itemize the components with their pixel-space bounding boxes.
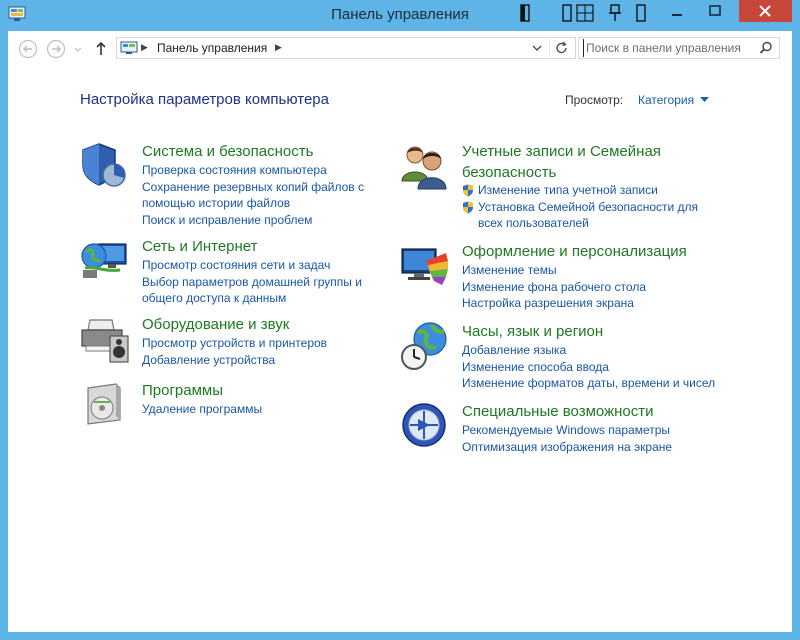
- navigation-bar: ▶ Панель управления ▶: [8, 31, 792, 67]
- title-bar[interactable]: Панель управления: [0, 0, 800, 31]
- view-by-dropdown[interactable]: Категория: [638, 93, 694, 107]
- link-uninstall-program[interactable]: Удаление программы: [142, 401, 262, 418]
- link-check-computer-status[interactable]: Проверка состояния компьютера: [142, 162, 364, 179]
- ease-of-access-icon[interactable]: [400, 401, 450, 451]
- category-title[interactable]: Сеть и Интернет: [142, 236, 258, 257]
- users-icon[interactable]: [400, 141, 450, 191]
- link-add-device[interactable]: Добавление устройства: [142, 352, 327, 369]
- link-add-language[interactable]: Добавление языка: [462, 342, 715, 359]
- window-frame: Панель управления ▶ Панель управления ▶ …: [0, 0, 800, 640]
- category-title[interactable]: Учетные записи и Семейная: [462, 141, 661, 162]
- link-family-safety-cont[interactable]: всех пользователей: [462, 215, 698, 232]
- link-label: Установка Семейной безопасности для: [478, 199, 699, 214]
- programs-box-icon[interactable]: [80, 380, 130, 430]
- link-family-safety[interactable]: Установка Семейной безопасности для: [462, 199, 698, 216]
- refresh-icon[interactable]: [549, 39, 574, 57]
- address-dropdown-icon[interactable]: [529, 40, 545, 56]
- link-file-history-backup[interactable]: Сохранение резервных копий файлов с: [142, 179, 364, 196]
- link-change-account-type[interactable]: Изменение типа учетной записи: [462, 182, 698, 199]
- category-links: Изменение типа учетной записи Установка …: [462, 182, 698, 232]
- link-change-input-method[interactable]: Изменение способа ввода: [462, 359, 715, 376]
- uac-shield-icon: [463, 201, 473, 213]
- snap-right-icon[interactable]: [636, 4, 646, 22]
- link-label: Изменение типа учетной записи: [478, 183, 658, 197]
- link-change-theme[interactable]: Изменение темы: [462, 262, 646, 279]
- category-title[interactable]: Программы: [142, 380, 223, 401]
- printer-speaker-icon[interactable]: [80, 314, 130, 364]
- category-links: Изменение темы Изменение фона рабочего с…: [462, 262, 646, 312]
- page-title: Настройка параметров компьютера: [80, 91, 329, 108]
- breadcrumb-separator-icon[interactable]: ▶: [275, 42, 282, 53]
- link-recommended-settings[interactable]: Рекомендуемые Windows параметры: [462, 422, 672, 439]
- snap-half-icon[interactable]: [562, 4, 572, 22]
- search-box[interactable]: [578, 37, 780, 59]
- up-arrow-icon[interactable]: [94, 39, 108, 59]
- personalization-monitor-icon[interactable]: [400, 241, 450, 291]
- category-title[interactable]: Оформление и персонализация: [462, 241, 687, 262]
- snap-grid-icon[interactable]: [576, 4, 594, 22]
- pin-icon[interactable]: [608, 4, 622, 22]
- client-area: ▶ Панель управления ▶ Настройка па: [8, 31, 792, 632]
- view-by-label: Просмотр:: [565, 93, 624, 107]
- forward-icon[interactable]: [46, 39, 66, 59]
- control-panel-small-icon: [120, 41, 138, 54]
- link-homegroup-sharing[interactable]: Выбор параметров домашней группы и: [142, 274, 362, 291]
- minimize-button[interactable]: [663, 0, 691, 22]
- close-icon: [759, 5, 771, 17]
- uac-shield-icon: [463, 184, 473, 197]
- clock-globe-icon[interactable]: [400, 321, 450, 371]
- breadcrumb-control-panel[interactable]: Панель управления: [157, 41, 267, 55]
- address-bar[interactable]: ▶ Панель управления ▶: [116, 37, 576, 59]
- category-title[interactable]: Система и безопасность: [142, 141, 313, 162]
- category-title[interactable]: Часы, язык и регион: [462, 321, 603, 342]
- link-change-background[interactable]: Изменение фона рабочего стола: [462, 279, 646, 296]
- category-links: Просмотр устройств и принтеров Добавлени…: [142, 335, 327, 368]
- maximize-icon: [709, 5, 721, 16]
- link-change-formats[interactable]: Изменение форматов даты, времени и чисел: [462, 375, 715, 392]
- link-network-status[interactable]: Просмотр состояния сети и задач: [142, 257, 362, 274]
- category-title-cont[interactable]: безопасность: [462, 162, 556, 183]
- link-label: всех пользователей: [478, 216, 589, 230]
- recent-pages-chevron-icon[interactable]: [72, 39, 84, 59]
- search-input[interactable]: [583, 39, 756, 57]
- close-button[interactable]: [739, 0, 792, 22]
- category-links: Рекомендуемые Windows параметры Оптимиза…: [462, 422, 672, 455]
- category-links: Просмотр состояния сети и задач Выбор па…: [142, 257, 362, 307]
- back-icon[interactable]: [18, 39, 38, 59]
- category-title[interactable]: Специальные возможности: [462, 401, 654, 422]
- maximize-button[interactable]: [695, 0, 735, 22]
- network-globe-icon[interactable]: [80, 236, 130, 286]
- view-by-dropdown-arrow-icon[interactable]: [700, 97, 709, 103]
- breadcrumb-separator-icon[interactable]: ▶: [141, 42, 148, 53]
- link-homegroup-sharing-cont[interactable]: общего доступа к данным: [142, 290, 362, 307]
- minimize-icon: [672, 14, 682, 16]
- category-links: Удаление программы: [142, 401, 262, 418]
- security-shield-icon[interactable]: [80, 141, 130, 191]
- category-links: Добавление языка Изменение способа ввода…: [462, 342, 715, 392]
- category-title[interactable]: Оборудование и звук: [142, 314, 289, 335]
- link-devices-printers[interactable]: Просмотр устройств и принтеров: [142, 335, 327, 352]
- link-screen-resolution[interactable]: Настройка разрешения экрана: [462, 295, 646, 312]
- link-optimize-display[interactable]: Оптимизация изображения на экране: [462, 439, 672, 456]
- search-icon[interactable]: [759, 41, 773, 55]
- category-links: Проверка состояния компьютера Сохранение…: [142, 162, 364, 228]
- snap-left-icon[interactable]: [520, 4, 530, 22]
- link-file-history-backup-cont[interactable]: помощью истории файлов: [142, 195, 364, 212]
- link-find-fix-problems[interactable]: Поиск и исправление проблем: [142, 212, 364, 229]
